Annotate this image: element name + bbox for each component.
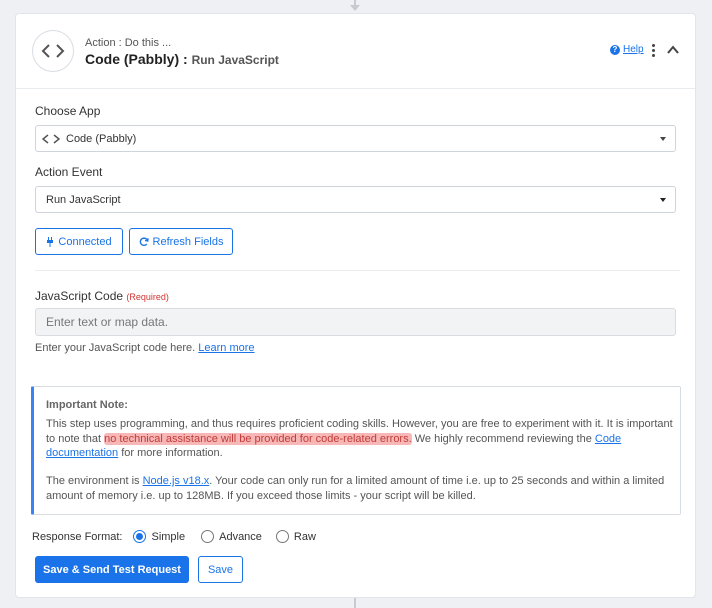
step-app-name: Code (Pabbly) : <box>85 51 188 67</box>
choose-app-value: Code (Pabbly) <box>66 132 137 145</box>
radio-simple[interactable]: Simple <box>133 530 185 543</box>
action-event-select[interactable]: Run JavaScript <box>35 186 676 213</box>
radio-unselected-icon <box>201 530 215 543</box>
radio-advance[interactable]: Advance <box>201 530 262 543</box>
hint-text: Enter your JavaScript code here. <box>35 342 196 354</box>
connected-label: Connected <box>58 235 112 248</box>
action-step-card: Action : Do this ... Code (Pabbly) : Run… <box>15 13 696 598</box>
save-send-test-button[interactable]: Save & Send Test Request <box>35 556 189 583</box>
refresh-fields-label: Refresh Fields <box>152 235 224 248</box>
note-highlight: no technical assistance will be provided… <box>104 432 412 445</box>
radio-unselected-icon <box>275 530 289 543</box>
chevron-down-icon <box>660 198 666 202</box>
learn-more-link[interactable]: Learn more <box>198 342 254 354</box>
choose-app-label: Choose App <box>35 104 101 118</box>
section-divider <box>35 270 680 271</box>
step-subtitle: Action : Do this ... <box>85 37 172 49</box>
action-event-label: Action Event <box>35 165 103 179</box>
note-text: for more information. <box>118 447 223 459</box>
note-text: The environment is <box>46 475 143 487</box>
choose-app-select[interactable]: Code (Pabbly) <box>35 125 676 152</box>
nodejs-link[interactable]: Node.js v18.x <box>143 475 210 487</box>
step-title: Code (Pabbly) : Run JavaScript <box>85 51 279 67</box>
refresh-fields-button[interactable]: Refresh Fields <box>129 228 233 255</box>
note-title: Important Note: <box>46 399 128 411</box>
radio-label: Raw <box>293 530 316 543</box>
connected-button[interactable]: Connected <box>35 228 123 255</box>
important-note: Important Note: This step uses programmi… <box>31 386 681 515</box>
note-text: We highly recommend reviewing the <box>411 432 595 445</box>
code-brackets-icon <box>32 30 74 72</box>
note-paragraph-1: This step uses programming, and thus req… <box>46 417 678 461</box>
action-event-value: Run JavaScript <box>46 193 121 206</box>
response-format: Response Format: Simple Advance Raw <box>32 530 316 543</box>
step-event-name: Run JavaScript <box>191 53 279 67</box>
more-options-icon[interactable] <box>652 44 656 58</box>
plug-icon <box>47 236 54 247</box>
chevron-down-icon <box>660 137 666 141</box>
step-header[interactable]: Action : Do this ... Code (Pabbly) : Run… <box>16 14 695 89</box>
javascript-code-hint: Enter your JavaScript code here. Learn m… <box>35 342 255 354</box>
chevron-up-icon[interactable] <box>666 43 680 57</box>
refresh-icon <box>139 236 149 246</box>
save-button[interactable]: Save <box>198 556 243 583</box>
code-brackets-icon <box>42 133 60 144</box>
help-link[interactable]: ? Help <box>610 44 644 55</box>
help-icon: ? <box>610 44 620 55</box>
javascript-code-label: JavaScript Code (Required) <box>35 289 169 303</box>
required-marker: (Required) <box>126 292 169 302</box>
javascript-code-input[interactable]: Enter text or map data. <box>35 308 676 336</box>
radio-raw[interactable]: Raw <box>275 530 316 543</box>
flow-arrow-icon <box>350 5 360 11</box>
response-format-label: Response Format: <box>32 530 123 543</box>
help-label: Help <box>623 44 644 55</box>
flow-connector-bottom <box>354 598 356 608</box>
radio-selected-icon <box>133 530 147 543</box>
radio-label: Simple <box>151 530 186 543</box>
radio-label: Advance <box>219 530 262 543</box>
javascript-code-label-text: JavaScript Code <box>35 289 124 303</box>
note-paragraph-2: The environment is Node.js v18.x. Your c… <box>46 474 678 503</box>
